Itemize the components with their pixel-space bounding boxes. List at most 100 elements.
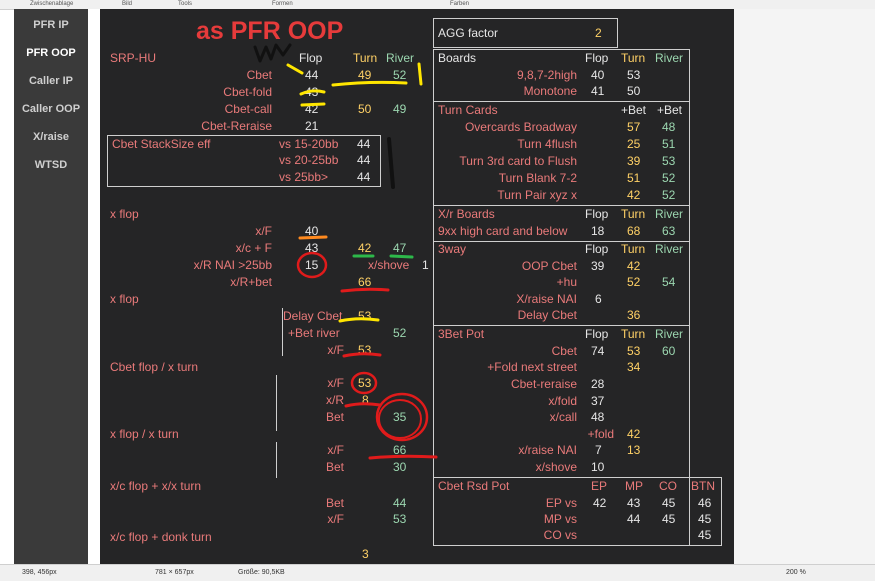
cbetrsd-r3-label: CO vs [543, 528, 577, 542]
cxt-xf-label: x/F [327, 376, 344, 390]
cbetrsd-r1-label: EP vs [545, 496, 577, 510]
turncards-col-bet2: +Bet [657, 103, 683, 117]
section-cbet-x-turn: Cbet flop / x turn [110, 360, 199, 374]
menu-colors[interactable]: Farben [450, 1, 469, 7]
threebet-r6-label: +fold [587, 427, 614, 441]
row-cbetreraise-flop: 21 [305, 119, 319, 133]
xrboards-r1-turn: 68 [627, 224, 641, 238]
section-xflop-2: x flop [110, 292, 139, 306]
row-cbetcall-label: Cbet-call [224, 102, 272, 116]
nav-caller-ip[interactable]: Caller IP [14, 75, 88, 87]
threebet-r5-label: x/call [549, 410, 577, 424]
xflop-xf-value: 40 [305, 224, 319, 238]
cbetrsd-col-btn: BTN [691, 479, 715, 493]
turncards-r4-label: Turn Blank 7-2 [498, 171, 577, 185]
threeway-col-river: River [655, 242, 684, 256]
zoom-level[interactable]: 200 % [786, 569, 806, 576]
divider [433, 241, 689, 242]
threebet-col-flop: Flop [585, 327, 609, 341]
threebet-r6-turn: 42 [627, 427, 641, 441]
xflop2-delay-label: Delay Cbet [283, 309, 343, 323]
menu-clipboard[interactable]: Zwischenablage [30, 1, 73, 7]
xxt-xf-label: x/F [327, 443, 344, 457]
threeway-col-flop: Flop [585, 242, 609, 256]
threeway-r1-flop: 39 [591, 259, 605, 273]
threebet-r2-label: +Fold next street [487, 360, 577, 374]
xflop-xshove-label: x/shove [368, 258, 410, 272]
turncards-r5-a: 42 [627, 188, 641, 202]
selection-size: 781 × 657px [155, 569, 194, 576]
cbetrsd-title: Cbet Rsd Pot [438, 479, 510, 493]
threebet-r1-turn: 53 [627, 344, 641, 358]
turncards-r3-label: Turn 3rd card to Flush [459, 154, 577, 168]
threebet-r4-label: x/fold [548, 394, 577, 408]
nav-caller-oop[interactable]: Caller OOP [14, 103, 88, 115]
threeway-r2-turn: 52 [627, 275, 641, 289]
xflop-xf-label: x/F [255, 224, 272, 238]
row-cbet-label: Cbet [246, 68, 272, 82]
threeway-r2-label: +hu [556, 275, 577, 289]
xflop-xshove-value: 1 [422, 258, 429, 272]
cbetrsd-r2-label: MP vs [543, 512, 577, 526]
cxt-xr-value: 8 [362, 393, 369, 407]
turncards-r2-label: Turn 4flush [517, 137, 577, 151]
turncards-r5-b: 52 [662, 188, 676, 202]
xcxx-xf-value: 53 [393, 512, 407, 526]
divider [276, 442, 277, 478]
xrboards-col-flop: Flop [585, 207, 609, 221]
nav-pfr-ip[interactable]: PFR IP [14, 19, 88, 31]
stacksize-r3: vs 25bb> [279, 170, 329, 184]
xflop-xcf-turn: 42 [358, 241, 372, 255]
menu-image[interactable]: Bild [122, 1, 132, 7]
turncards-r2-b: 51 [662, 137, 676, 151]
cbetrsd-r1-btn: 46 [698, 496, 712, 510]
menu-shapes[interactable]: Formen [272, 1, 293, 7]
xxt-bet-label: Bet [325, 460, 344, 474]
turncards-r4-a: 51 [627, 171, 641, 185]
threebet-col-river: River [655, 327, 684, 341]
xcxx-bet-value: 44 [393, 496, 407, 510]
cbetrsd-col-mp: MP [625, 479, 643, 493]
boards-r2-label: Monotone [523, 84, 577, 98]
xflop-xcf-label: x/c + F [235, 241, 272, 255]
boards-r2-flop: 41 [591, 84, 605, 98]
xxt-bet-value: 30 [393, 460, 407, 474]
file-size: Größe: 90,5KB [238, 569, 285, 576]
section-xflop: x flop [110, 207, 139, 221]
row-cbetfold-flop: 43 [305, 85, 319, 99]
threebet-r8-flop: 10 [591, 460, 605, 474]
agg-factor-label: AGG factor [438, 26, 499, 40]
xflop2-xf-value: 53 [358, 343, 372, 357]
divider [276, 375, 277, 431]
stacksize-v3: 44 [357, 170, 371, 184]
cxt-xr-label: x/R [326, 393, 344, 407]
divider [433, 325, 689, 326]
stacksize-v1: 44 [357, 137, 371, 151]
xcdonk-value: 3 [362, 547, 369, 561]
nav-wtsd[interactable]: WTSD [14, 159, 88, 171]
xflop2-betriver-label: +Bet river [288, 326, 340, 340]
nav-xraise[interactable]: X/raise [14, 131, 88, 143]
col-turn: Turn [353, 51, 378, 65]
cbetrsd-r2-co: 45 [662, 512, 676, 526]
threebet-r5-flop: 48 [591, 410, 605, 424]
turncards-r4-b: 52 [662, 171, 676, 185]
turncards-r1-label: Overcards Broadway [464, 120, 577, 134]
threebet-col-turn: Turn [621, 327, 646, 341]
stacksize-label: Cbet StackSize eff [112, 137, 211, 151]
threeway-title: 3way [438, 242, 467, 256]
menu-tools[interactable]: Tools [178, 1, 192, 7]
threebet-r1-flop: 74 [591, 344, 605, 358]
boards-r1-turn: 53 [627, 68, 641, 82]
xflop-xrbet-value: 66 [358, 275, 372, 289]
row-cbetcall-turn: 50 [358, 102, 372, 116]
cbetrsd-r2-btn: 45 [698, 512, 712, 526]
cxt-bet-label: Bet [325, 410, 344, 424]
boards-col-turn: Turn [621, 51, 646, 65]
nav-pfr-oop[interactable]: PFR OOP [14, 47, 88, 59]
divider [433, 205, 689, 206]
threebet-r3-flop: 28 [591, 377, 605, 391]
threeway-col-turn: Turn [621, 242, 646, 256]
cbetrsd-col-ep: EP [591, 479, 608, 493]
xrboards-r1-river: 63 [662, 224, 676, 238]
